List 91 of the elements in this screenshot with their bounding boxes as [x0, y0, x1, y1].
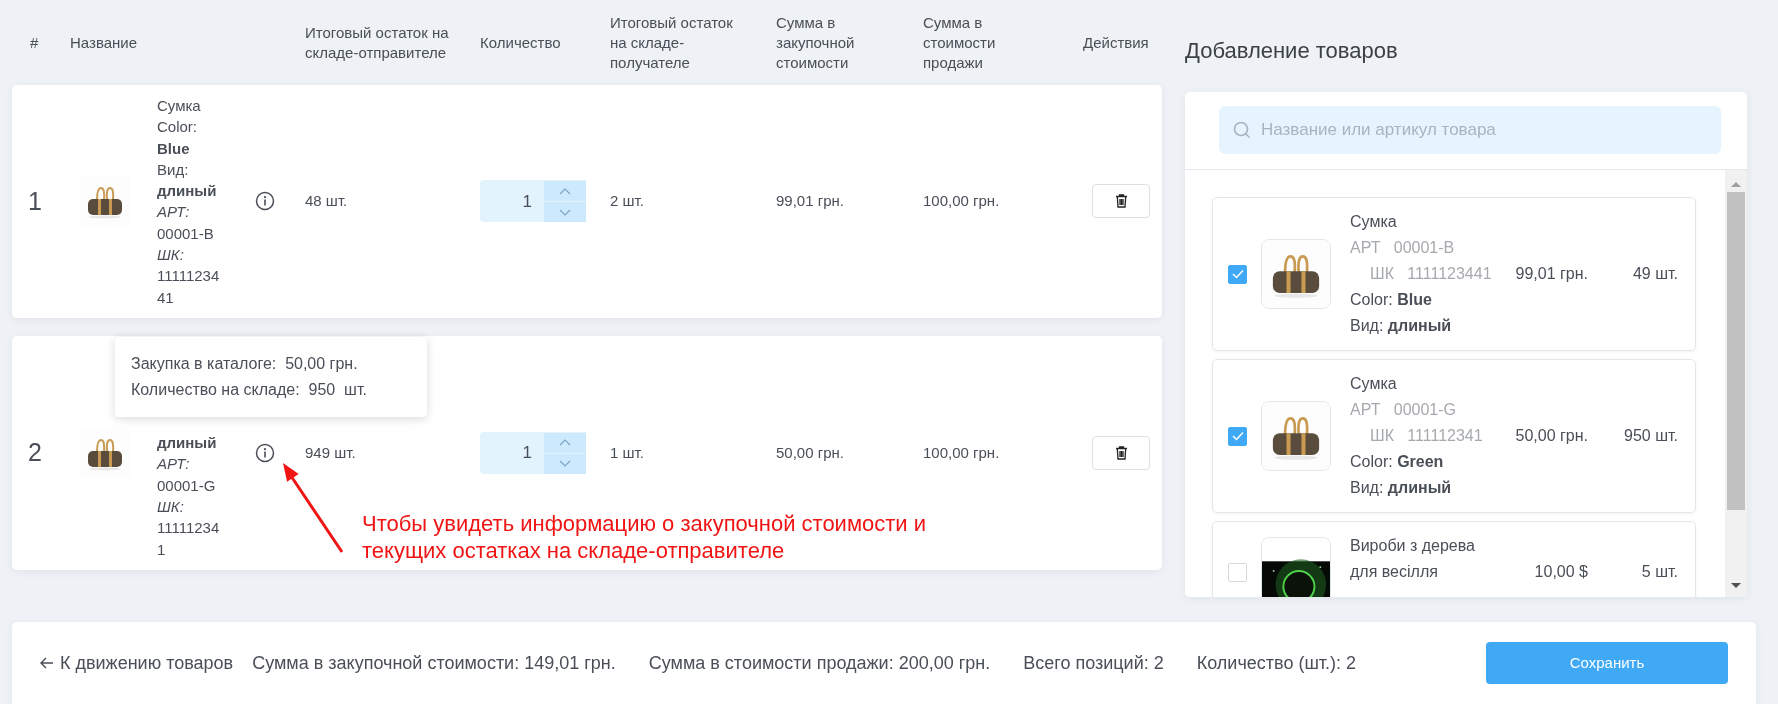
trash-icon [1114, 445, 1128, 460]
column-header: Название [70, 33, 138, 51]
delete-button[interactable] [1092, 184, 1150, 219]
attribute-text: Color: Green [1350, 452, 1445, 472]
search-icon [1233, 121, 1251, 139]
product-detail: длиный [157, 433, 218, 454]
delete-button[interactable] [1092, 435, 1150, 470]
decrement-button[interactable] [544, 201, 586, 223]
stock-value: 1 шт. [610, 443, 644, 461]
attribute-text: Вид: длиный [1350, 316, 1453, 336]
product-detail: Вид: [157, 159, 190, 180]
column-header: Итоговый остаток на складе-получателе [610, 12, 734, 73]
product-name: Вироби з дерева для весілля [1350, 536, 1476, 582]
product-card[interactable]: Сумка АРТ 00001-B ШК 1111123441 Color: Blue Вид: длиный 99,01 грн. 49 шт. [1212, 197, 1696, 351]
checkbox[interactable] [1228, 426, 1247, 446]
tooltip-text: Количество на складе: 950 шт. [131, 379, 368, 400]
column-header: Сумма в закупочной стоимости [776, 13, 855, 71]
quantity-field[interactable]: 1 [480, 180, 544, 223]
barcode-value: 1111123441 [1407, 265, 1492, 282]
product-detail: ШК: [157, 497, 185, 518]
column-header: Итоговый остаток на складе-отправителе [305, 23, 449, 61]
product-detail: Сумка [157, 96, 202, 116]
price-value: 99,01 грн. [1515, 265, 1588, 282]
back-arrow-icon [40, 657, 54, 669]
scrollbar[interactable] [1725, 170, 1747, 597]
product-name: Сумка [1350, 374, 1398, 394]
check-icon [1231, 269, 1244, 279]
scroll-up-icon[interactable] [1730, 180, 1742, 188]
chevron-up-icon [559, 188, 571, 195]
increment-button[interactable] [544, 180, 586, 202]
field-label: ШК [1370, 427, 1394, 444]
attribute-text: Вид: длиный [1350, 478, 1453, 498]
column-header: Количество [480, 33, 561, 51]
increment-button[interactable] [544, 431, 586, 453]
checkbox[interactable] [1228, 562, 1247, 582]
field-label: ШК [1370, 265, 1394, 282]
price-value: 50,00 грн. [776, 443, 844, 461]
check-icon [1231, 431, 1244, 441]
row-number: 2 [27, 438, 42, 467]
field-label: АРТ [1350, 239, 1381, 256]
chevron-down-icon [559, 460, 571, 468]
search-field[interactable]: Название или артикул товара [1219, 106, 1721, 154]
quantity-field[interactable]: 1 [480, 431, 544, 474]
price-value: 99,01 грн. [776, 192, 844, 210]
product-detail: ШК: [157, 245, 185, 266]
stock-value: 48 шт. [305, 192, 348, 210]
field-label: АРТ [1350, 401, 1381, 418]
article-value: 00001-G [1393, 401, 1456, 418]
info-icon[interactable] [255, 442, 275, 463]
stock-value: 2 шт. [610, 192, 644, 210]
summary-text: Количество (шт.): 2 [1196, 651, 1357, 675]
checkbox[interactable] [1228, 264, 1247, 284]
decrement-button[interactable] [544, 452, 586, 474]
product-name: Сумка [1350, 212, 1398, 232]
column-header: # [30, 33, 39, 51]
price-value: 100,00 грн. [923, 192, 1000, 210]
column-header: Сумма в стоимости продажи [923, 12, 997, 73]
back-link[interactable]: К движению товаров [40, 649, 234, 677]
summary-text: Сумма в закупочной стоимости: 149,01 грн. [252, 651, 616, 675]
attribute-text: Color: Blue [1350, 290, 1433, 310]
product-detail: 1111123441 [157, 266, 221, 308]
stock-value: 5 шт. [1641, 563, 1678, 580]
product-detail: 00001-G [157, 475, 217, 496]
product-detail: 111112341 [157, 518, 221, 560]
stock-value: 49 шт. [1632, 265, 1678, 282]
product-detail: АРТ: [157, 202, 191, 223]
product-detail: длиный [157, 181, 218, 202]
info-icon[interactable] [255, 191, 275, 212]
price-value: 50,00 грн. [1515, 427, 1588, 444]
summary-text: Всего позиций: 2 [1023, 651, 1164, 675]
annotation-text: Чтобы увидеть информацию о закупочной стоимости и текущих остатках на складе-отправителе [362, 509, 927, 564]
trash-icon [1114, 194, 1128, 209]
column-header: Действия [1083, 33, 1149, 51]
stock-value: 949 шт. [305, 443, 356, 461]
product-card[interactable]: Сумка АРТ 00001-G ШК 111112341 Color: Green Вид: длиный 50,00 грн. 950 шт. [1212, 359, 1696, 513]
tooltip-text: Закупка в каталоге: 50,00 грн. [131, 353, 359, 374]
article-value: 00001-B [1393, 239, 1455, 256]
chevron-up-icon [559, 439, 571, 447]
summary-text: Сумма в стоимости продажи: 200,00 грн. [648, 651, 991, 675]
scroll-down-icon[interactable] [1730, 582, 1742, 590]
product-detail: 00001-B [157, 223, 215, 244]
product-detail: АРТ: [157, 454, 191, 475]
price-value: 100,00 грн. [923, 443, 1000, 461]
panel-title: Добавление товаров [1185, 37, 1399, 65]
product-detail: Color: [157, 117, 198, 138]
product-detail: Blue [157, 138, 191, 159]
chevron-down-icon [559, 209, 571, 216]
stock-value: 950 шт. [1624, 427, 1678, 444]
price-value: 10,00 $ [1534, 563, 1588, 580]
row-number: 1 [27, 186, 42, 215]
barcode-value: 111112341 [1407, 427, 1483, 444]
